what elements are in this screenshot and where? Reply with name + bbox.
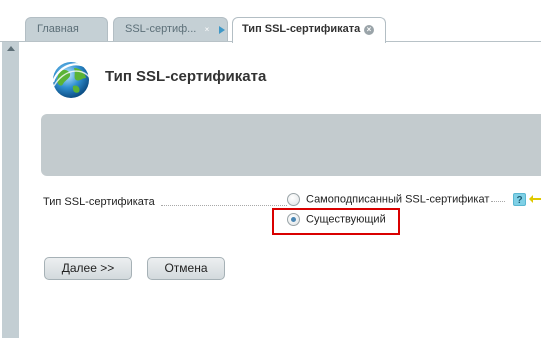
radio-label: Самоподписанный SSL-сертификат xyxy=(306,193,490,206)
label-dots xyxy=(161,205,287,206)
field-label: Тип SSL-сертификата xyxy=(43,196,155,208)
close-icon[interactable]: × xyxy=(202,25,212,35)
tab-home[interactable]: Главная xyxy=(25,17,108,42)
close-icon[interactable]: × xyxy=(364,25,374,35)
tab-arrow-icon xyxy=(219,26,225,34)
radio-button[interactable] xyxy=(287,193,300,206)
tab-ssl-label: SSL-сертиф... xyxy=(125,23,197,35)
hint-arrow-icon xyxy=(529,195,541,203)
option-dots xyxy=(491,201,506,203)
cancel-button[interactable]: Отмена xyxy=(147,257,225,280)
left-scrollbar[interactable] xyxy=(2,42,19,338)
tab-bar: Главная SSL-сертиф... × Тип SSL-сертифик… xyxy=(0,0,541,43)
next-button[interactable]: Далее >> xyxy=(44,257,132,280)
highlight-box xyxy=(272,208,400,235)
page-title: Тип SSL-сертификата xyxy=(105,68,267,85)
globe-icon xyxy=(51,62,92,98)
tab-ssl-certificates[interactable]: SSL-сертиф... × xyxy=(113,17,228,42)
scroll-up-arrow-icon[interactable] xyxy=(7,46,15,51)
tab-ssl-type-label: Тип SSL-сертификата xyxy=(242,23,361,35)
content-area: Тип SSL-сертификата Тип SSL-сертификата … xyxy=(19,42,541,338)
tab-ssl-type[interactable]: Тип SSL-сертификата × xyxy=(232,17,386,43)
help-icon[interactable]: ? xyxy=(513,193,526,206)
radio-option-self-signed[interactable]: Самоподписанный SSL-сертификат xyxy=(287,193,506,206)
tab-home-label: Главная xyxy=(37,23,79,35)
info-banner xyxy=(41,114,541,176)
